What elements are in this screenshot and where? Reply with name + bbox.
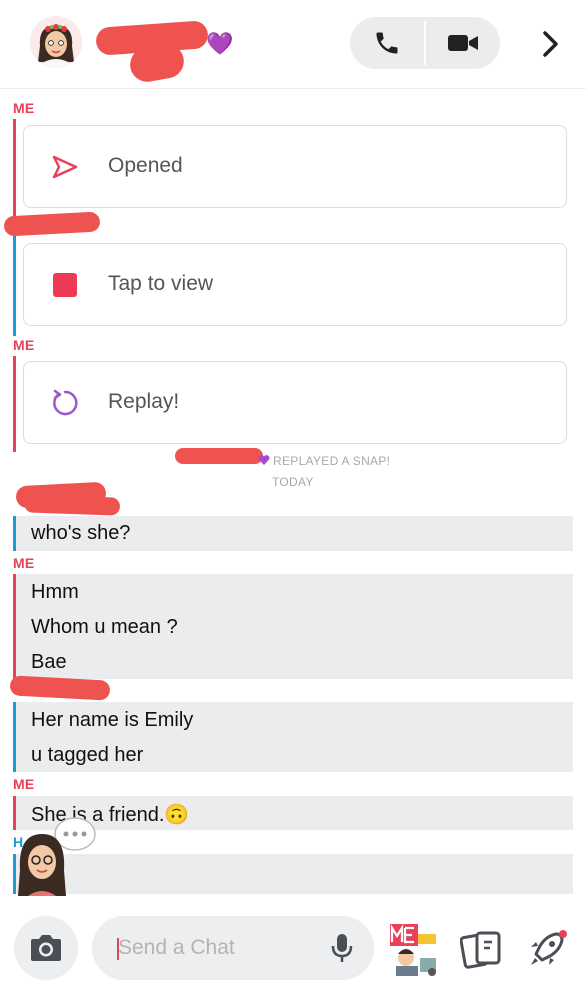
sender-bar-me <box>13 119 16 218</box>
snap-status-text: Replay! <box>108 390 180 413</box>
sender-label-me: ME <box>13 337 35 353</box>
forward-button[interactable] <box>530 24 570 64</box>
sent-arrow-icon <box>48 150 82 184</box>
rocket-icon[interactable] <box>526 928 568 970</box>
message-text: Hmm <box>31 581 79 603</box>
bitmoji-sticker-button[interactable] <box>388 922 440 978</box>
chevron-right-icon <box>543 31 558 57</box>
purple-heart-icon <box>258 455 270 465</box>
snap-tap-to-view-card[interactable]: Tap to view <box>23 243 567 326</box>
sender-bar-me <box>13 356 16 452</box>
sender-bar-them <box>13 702 16 772</box>
message-text: Whom u mean ? <box>31 616 178 638</box>
chat-header: 💜 <box>0 0 586 89</box>
microphone-icon[interactable] <box>330 932 354 964</box>
video-camera-icon <box>448 35 478 51</box>
redacted-sender-label <box>9 675 111 701</box>
sender-label-me: ME <box>13 100 35 116</box>
sender-label-me: ME <box>13 555 35 571</box>
chat-input-placeholder: Send a Chat <box>118 936 235 959</box>
camera-icon <box>31 935 61 961</box>
message-bubble-them <box>16 854 573 894</box>
contact-heart-emoji: 💜 <box>206 31 234 56</box>
sender-label-me: ME <box>13 776 35 792</box>
snap-status-text: Opened <box>108 154 183 177</box>
phone-icon <box>376 32 398 54</box>
message-text: u tagged her <box>31 744 144 766</box>
sender-bar-me <box>13 574 16 679</box>
date-separator: TODAY <box>272 475 314 489</box>
chat-input[interactable]: Send a Chat <box>92 916 374 980</box>
typing-bitmoji <box>18 817 96 896</box>
redacted-name-system <box>175 448 263 464</box>
message-text: Her name is Emily <box>31 709 194 731</box>
message-text: Bae <box>31 651 67 673</box>
sender-bar-them <box>13 516 16 551</box>
contact-avatar[interactable] <box>30 16 82 68</box>
red-square-snap-icon <box>48 268 82 302</box>
message-text: who's she? <box>31 522 131 544</box>
snap-status-text: Tap to view <box>108 272 214 295</box>
camera-button[interactable] <box>14 916 78 980</box>
snap-replay-card[interactable]: Replay! <box>23 361 567 444</box>
redacted-sender-label-scribble <box>23 494 121 516</box>
snap-opened-card[interactable]: Opened <box>23 125 567 208</box>
voice-call-button[interactable] <box>350 17 424 69</box>
redacted-sender-label <box>3 211 101 237</box>
sender-bar-them <box>13 236 16 336</box>
cards-icon[interactable] <box>460 930 502 970</box>
replayed-snap-notice: REPLAYED A SNAP! <box>273 454 391 468</box>
call-buttons-group <box>350 17 500 69</box>
replay-icon <box>48 386 82 420</box>
video-call-button[interactable] <box>426 17 500 69</box>
